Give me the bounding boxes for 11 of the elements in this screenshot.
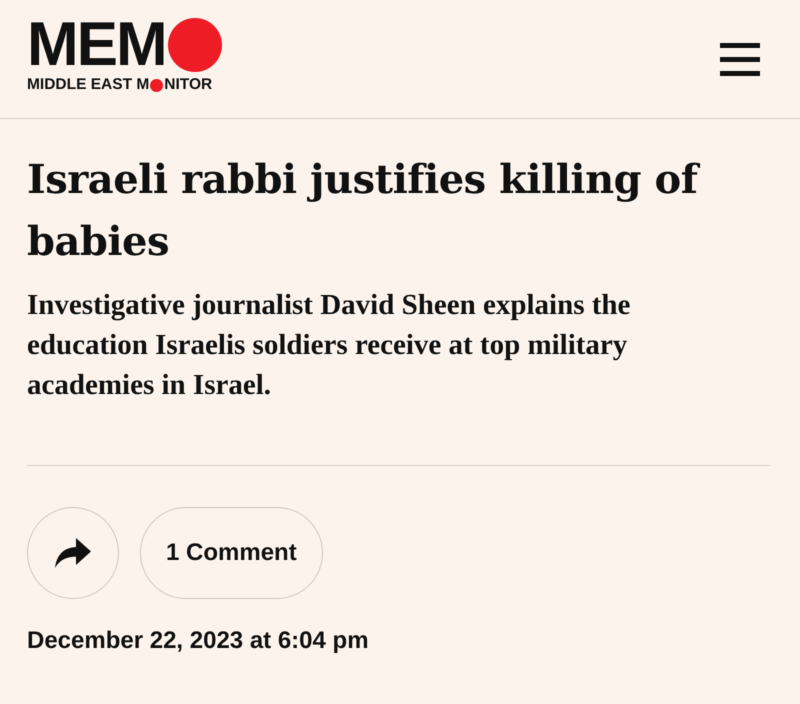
comments-button[interactable]: 1 Comment — [140, 507, 323, 599]
logo-tagline: MIDDLE EAST M — [27, 76, 150, 94]
article-standfirst: Investigative journalist David Sheen explains the education Israelis soldiers receive at top military academies in Israel. — [27, 288, 632, 403]
site-logo[interactable]: MEM MIDDLE EAST M NITOR — [27, 18, 222, 94]
logo-tagline: NITOR — [164, 76, 212, 94]
logo-letters: MEM — [27, 18, 166, 72]
article-date: December 22, 2023 at 6:04 pm — [27, 626, 370, 656]
share-button[interactable] — [27, 507, 119, 599]
menu-button[interactable] — [720, 42, 760, 76]
article-headline: Israeli rabbi justifies killing of babies — [27, 149, 727, 273]
share-icon — [55, 538, 91, 568]
